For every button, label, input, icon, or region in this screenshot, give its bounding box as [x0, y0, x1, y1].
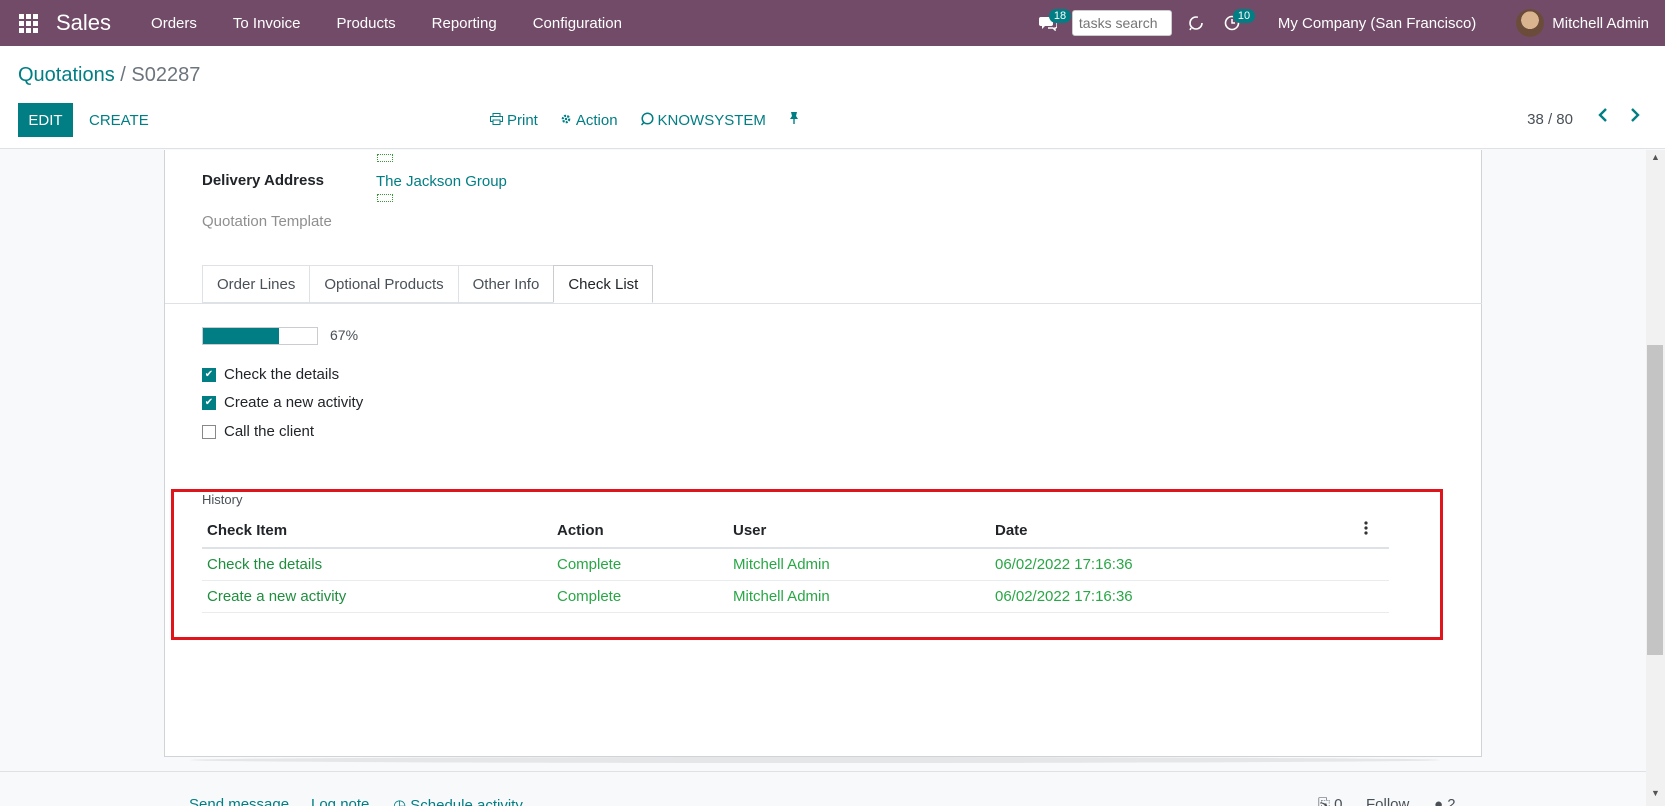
activities-clock-icon[interactable]: 10: [1214, 0, 1256, 46]
pager-next-icon[interactable]: [1629, 107, 1641, 128]
attachments-count: 0: [1334, 796, 1343, 806]
checkbox-checked-icon[interactable]: ✔: [202, 367, 216, 382]
menu-to-invoice[interactable]: To Invoice: [215, 15, 319, 32]
schedule-activity-button[interactable]: ◷ Schedule activity: [393, 796, 523, 806]
breadcrumb-current: S02287: [131, 64, 201, 86]
checklist-item[interactable]: Call the client: [202, 423, 314, 440]
messages-count-badge: 18: [1048, 9, 1072, 23]
schedule-activity-label: Schedule activity: [410, 797, 523, 806]
menu-products[interactable]: Products: [318, 15, 413, 32]
company-switcher[interactable]: My Company (San Francisco): [1278, 15, 1476, 32]
control-panel: Quotations / S02287 EDIT CREATE Print Ac…: [0, 46, 1665, 149]
print-label: Print: [507, 111, 538, 129]
messaging-icon[interactable]: 18: [1030, 0, 1072, 46]
checklist-item[interactable]: ✔ Create a new activity: [202, 394, 363, 411]
action-label: Action: [575, 111, 618, 129]
followers-count: 2: [1447, 796, 1456, 806]
activities-count-badge: 10: [1232, 9, 1256, 23]
knowsystem-button[interactable]: KNOWSYSTEM: [640, 112, 766, 129]
progress-percent-text: 67%: [330, 327, 359, 343]
action-toolbar: Print Action KNOWSYSTEM: [490, 103, 822, 137]
app-brand[interactable]: Sales: [56, 10, 111, 36]
knowsystem-icon: [640, 111, 654, 129]
gear-icon: [560, 113, 572, 128]
tasks-search-input[interactable]: [1071, 10, 1172, 36]
delivery-address-link[interactable]: The Jackson Group: [376, 173, 507, 190]
send-message-button[interactable]: Send message: [189, 796, 289, 806]
attachments-button[interactable]: ⎘ 0: [1318, 796, 1343, 806]
tab-order-lines[interactable]: Order Lines: [202, 265, 310, 303]
empty-field-marker: [377, 154, 393, 162]
pager-value[interactable]: 38 / 80: [1527, 111, 1573, 128]
checkbox-unchecked-icon[interactable]: [202, 424, 216, 439]
tab-check-list[interactable]: Check List: [553, 265, 654, 303]
pager-previous-icon[interactable]: [1597, 107, 1609, 128]
checkbox-checked-icon[interactable]: ✔: [202, 395, 216, 410]
scroll-down-icon[interactable]: ▼: [1651, 788, 1660, 798]
action-dropdown[interactable]: Action: [560, 112, 618, 129]
chatter-divider: [0, 771, 1646, 772]
progress-fill: [203, 328, 280, 344]
edit-button[interactable]: EDIT: [18, 103, 73, 137]
create-button[interactable]: CREATE: [89, 103, 149, 137]
top-navbar: Sales Orders To Invoice Products Reporti…: [0, 0, 1665, 46]
user-menu[interactable]: Mitchell Admin: [1552, 15, 1649, 32]
scroll-up-icon[interactable]: ▲: [1651, 152, 1660, 162]
printer-icon: [490, 112, 503, 128]
pin-icon: [788, 111, 800, 129]
form-sheet: Delivery Address The Jackson Group Quota…: [164, 150, 1482, 757]
user-avatar[interactable]: [1516, 9, 1545, 37]
print-dropdown[interactable]: Print: [490, 112, 538, 129]
paperclip-icon: ⎘: [1318, 796, 1335, 806]
breadcrumb: Quotations / S02287: [18, 64, 200, 87]
menu-orders[interactable]: Orders: [133, 15, 215, 32]
apps-menu-icon[interactable]: [0, 0, 56, 46]
delivery-address-label: Delivery Address: [202, 172, 325, 189]
scrollbar-thumb[interactable]: [1647, 345, 1663, 655]
history-highlight-box: [171, 489, 1443, 640]
checklist-item-label: Call the client: [224, 423, 315, 440]
empty-field-marker: [377, 194, 393, 202]
checklist-item-label: Check the details: [224, 366, 340, 383]
sheet-shadow: [190, 757, 1440, 763]
tab-optional-products[interactable]: Optional Products: [309, 265, 458, 303]
quotation-template-label: Quotation Template: [202, 213, 332, 230]
tabs-divider: [165, 303, 1482, 304]
checklist-item-label: Create a new activity: [224, 394, 364, 411]
refresh-icon[interactable]: [1178, 0, 1214, 46]
tab-other-info[interactable]: Other Info: [457, 265, 554, 303]
menu-configuration[interactable]: Configuration: [515, 15, 640, 32]
checklist-item[interactable]: ✔ Check the details: [202, 366, 339, 383]
checklist-progress-bar: [202, 327, 318, 345]
notebook-tabs: Order Lines Optional Products Other Info…: [202, 265, 654, 303]
breadcrumb-separator: /: [114, 64, 132, 86]
person-icon: ●: [1434, 796, 1448, 806]
menu-reporting[interactable]: Reporting: [414, 15, 515, 32]
followers-button[interactable]: ● 2: [1434, 796, 1456, 806]
knowsystem-label: KNOWSYSTEM: [657, 111, 766, 129]
pin-button[interactable]: [788, 111, 800, 129]
log-note-button[interactable]: Log note: [311, 796, 369, 806]
clock-icon: ◷: [393, 797, 411, 806]
follow-button[interactable]: Follow: [1366, 796, 1409, 806]
breadcrumb-quotations[interactable]: Quotations: [18, 64, 115, 86]
